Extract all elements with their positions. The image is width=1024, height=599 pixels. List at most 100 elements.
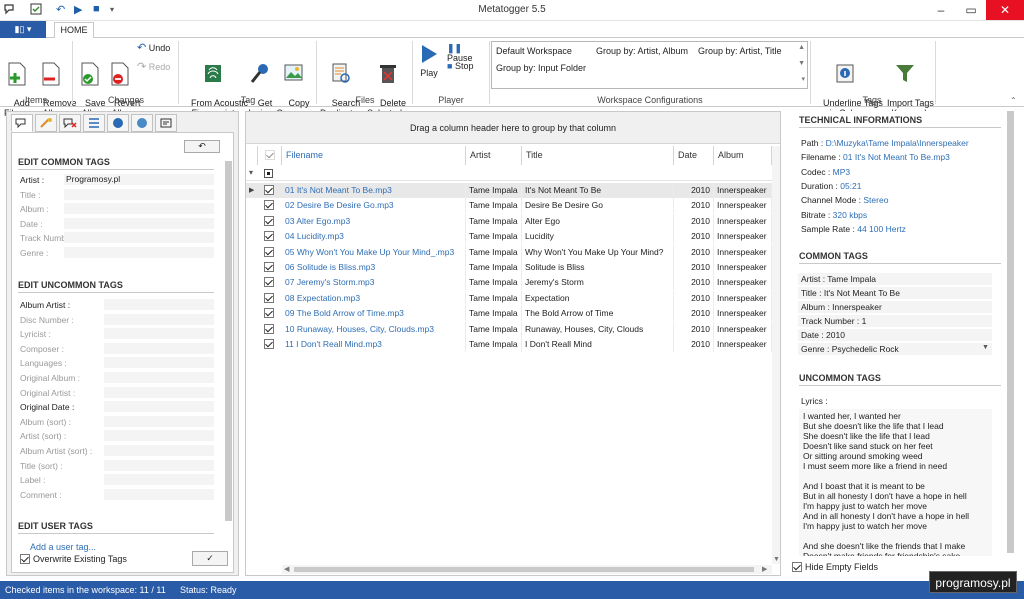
workspace-item[interactable]: Default Workspace [496, 46, 572, 56]
grid-horizontal-scrollbar[interactable]: ◀ ▶ [282, 565, 772, 574]
field-input[interactable] [104, 299, 214, 310]
select-all-header[interactable] [258, 146, 282, 165]
field-input[interactable]: Programosy.pl [64, 174, 214, 185]
field-input[interactable] [104, 415, 214, 427]
group-by-drop-area[interactable]: Drag a column header here to group by th… [246, 112, 780, 144]
row-checkbox[interactable] [264, 231, 274, 242]
common-tag-field[interactable]: Album : Innerspeaker [798, 301, 992, 313]
field-input[interactable] [104, 430, 214, 442]
lyrics-field[interactable]: I wanted her, I wanted her But she doesn… [799, 409, 992, 556]
filter-row[interactable]: ▾ [246, 166, 780, 181]
table-row[interactable]: 08 Expectation.mp3 Tame Impala Expectation… [246, 290, 780, 306]
workspace-item[interactable]: Group by: Input Folder [496, 63, 586, 73]
close-icon[interactable]: ✕ [986, 0, 1024, 20]
common-tag-field[interactable]: Title : It's Not Meant To Be [798, 287, 992, 299]
field-input[interactable] [104, 357, 214, 369]
tab-remove-tags[interactable] [59, 114, 81, 132]
field-input[interactable] [104, 459, 214, 471]
field-input[interactable] [104, 313, 214, 325]
grid-vertical-scrollbar[interactable]: ▼ [772, 146, 780, 564]
row-checkbox[interactable] [264, 339, 274, 349]
workspace-configurations-list[interactable]: Default Workspace Group by: Artist, Albu… [491, 41, 808, 89]
maximize-icon[interactable]: ▭ [956, 0, 986, 20]
common-tag-field[interactable]: Artist : Tame Impala [798, 273, 992, 285]
workspace-item[interactable]: Group by: Artist, Album [596, 46, 688, 56]
common-tag-field[interactable]: Track Number : 1 [798, 315, 992, 327]
field-input[interactable] [104, 342, 214, 354]
common-tag-field[interactable]: Genre : Psychedelic Rock [798, 343, 992, 355]
field-input[interactable] [104, 445, 214, 456]
field-input[interactable] [64, 203, 214, 214]
table-row[interactable]: 02 Desire Be Desire Go.mp3 Tame Impala Des… [246, 198, 780, 214]
table-row[interactable]: 11 I Don't Reall Mind.mp3 Tame Impala I Do… [246, 337, 780, 352]
row-checkbox[interactable] [264, 200, 274, 211]
table-row[interactable]: 09 The Bold Arrow of Time.mp3 Tame Impala… [246, 306, 780, 322]
collapse-ribbon-icon[interactable]: ⌃ [1010, 96, 1017, 105]
scroll-right-icon[interactable]: ▶ [762, 565, 767, 573]
pause-button[interactable]: ❚❚ Pause [447, 43, 489, 63]
table-row[interactable]: 10 Runaway, Houses, City, Clouds.mp3 Tame… [246, 321, 780, 337]
row-checkbox[interactable] [264, 215, 274, 226]
row-checkbox[interactable] [264, 308, 274, 319]
stop-button[interactable]: ■ Stop [447, 61, 489, 71]
overwrite-existing-tags-checkbox[interactable] [20, 554, 30, 564]
row-checkbox[interactable] [264, 323, 274, 334]
row-checkbox[interactable] [264, 292, 274, 303]
filter-icon[interactable]: ▾ [249, 168, 253, 177]
workspace-item[interactable]: Group by: Artist, Title [698, 46, 782, 56]
tab-online-tags[interactable] [107, 114, 129, 132]
field-input[interactable] [104, 386, 214, 398]
field-input[interactable] [104, 488, 214, 500]
tab-list-tags[interactable] [83, 114, 105, 132]
left-scrollbar[interactable] [225, 161, 232, 521]
filter-checkbox[interactable] [264, 169, 273, 178]
horizontal-scroll-thumb[interactable] [294, 567, 754, 572]
scroll-left-icon[interactable]: ◀ [284, 565, 289, 573]
row-checkbox[interactable] [264, 185, 274, 195]
table-row[interactable]: 05 Why Won't You Make Up Your Mind_.mp3 T… [246, 244, 780, 260]
column-header-date[interactable]: Date [674, 146, 714, 165]
undo-button[interactable]: ↶ Undo [137, 43, 177, 54]
tab-scripts[interactable] [155, 114, 177, 132]
expand-gallery-icon[interactable]: ▾ [801, 75, 805, 83]
column-header-title[interactable]: Title [522, 146, 674, 165]
field-input[interactable] [104, 401, 214, 413]
minimize-icon[interactable]: – [926, 0, 956, 20]
genre-dropdown-icon[interactable]: ▼ [982, 344, 989, 351]
tech-info-value[interactable]: 01 It's Not Meant To Be.mp3 [843, 152, 950, 162]
row-checkbox[interactable] [264, 246, 274, 257]
column-header-album[interactable]: Album [714, 146, 772, 165]
field-input[interactable] [104, 474, 214, 486]
tab-home[interactable]: HOME [54, 22, 94, 39]
scroll-down-icon[interactable]: ▼ [798, 60, 805, 67]
apply-tags-button[interactable]: ✓ [192, 551, 228, 566]
scroll-down-icon[interactable]: ▼ [773, 556, 780, 563]
add-user-tag-link[interactable]: Add a user tag... [30, 542, 96, 552]
table-row[interactable]: 04 Lucidity.mp3 Tame Impala Lucidity 2010 In… [246, 229, 780, 245]
row-checkbox[interactable] [264, 277, 274, 288]
field-input[interactable] [64, 217, 214, 229]
column-header-filename[interactable]: Filename [282, 146, 466, 165]
play-button[interactable]: Play [415, 42, 443, 78]
common-tag-field[interactable]: Date : 2010 [798, 329, 992, 341]
table-row[interactable]: 03 Alter Ego.mp3 Tame Impala Alter Ego 2010… [246, 213, 780, 229]
field-input[interactable] [104, 328, 214, 340]
row-checkbox[interactable] [264, 262, 274, 272]
field-input[interactable] [104, 372, 214, 383]
column-header-artist[interactable]: Artist [466, 146, 522, 165]
hide-empty-fields-checkbox[interactable] [792, 562, 802, 572]
tab-tag-rules[interactable] [35, 114, 57, 132]
right-scrollbar[interactable] [1007, 111, 1014, 553]
field-input[interactable] [64, 188, 214, 200]
tech-info-value[interactable]: D:\Muzyka\Tame Impala\Innerspeaker [826, 138, 969, 148]
table-row[interactable]: 07 Jeremy's Storm.mp3 Tame Impala Jeremy's… [246, 275, 780, 291]
table-row[interactable]: 06 Solitude is Bliss.mp3 Tame Impala Solit… [246, 260, 780, 275]
table-row[interactable]: ▶ 01 It's Not Meant To Be.mp3 Tame Impala I… [246, 183, 780, 198]
select-all-checkbox[interactable] [265, 150, 275, 160]
revert-edit-button[interactable]: ↶ [184, 140, 220, 153]
file-menu-button[interactable]: ▮▯ ▾ [0, 21, 46, 38]
scroll-up-icon[interactable]: ▲ [798, 44, 805, 51]
field-input[interactable] [64, 232, 214, 243]
tab-online-covers[interactable] [131, 114, 153, 132]
field-input[interactable] [64, 246, 214, 258]
